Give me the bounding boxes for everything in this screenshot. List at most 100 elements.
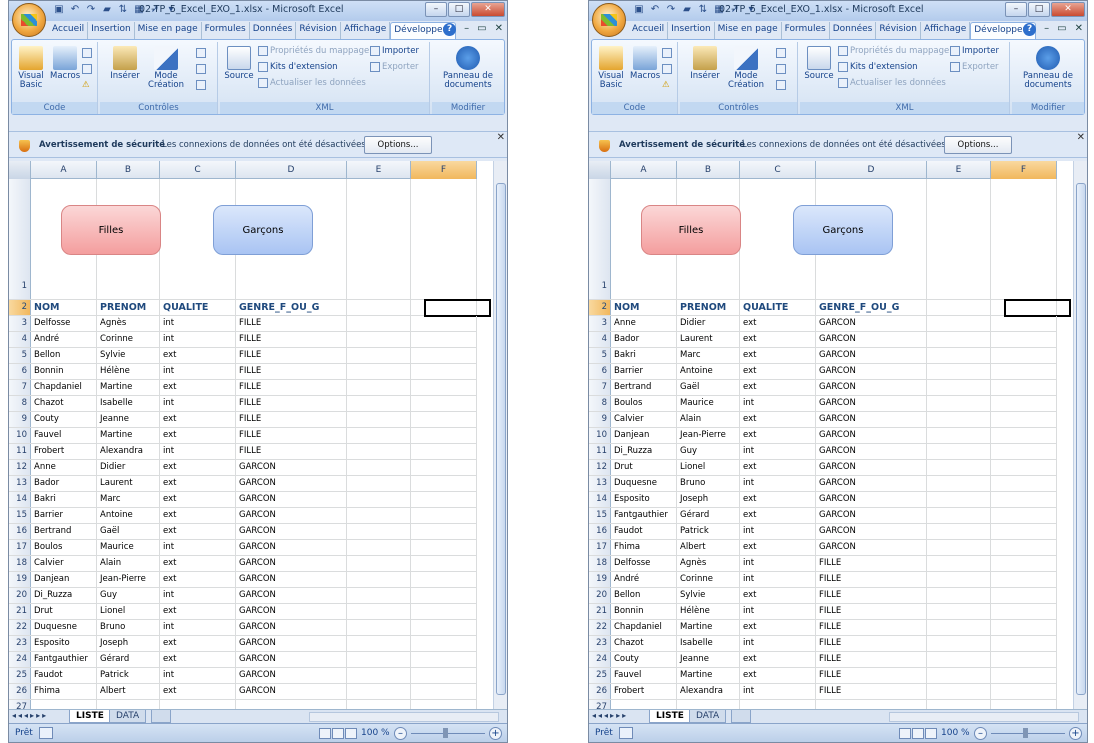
cell-genre[interactable]: FILLE [236, 332, 347, 347]
cell-prenom[interactable]: Alain [677, 412, 740, 427]
insert-sheet-icon[interactable] [731, 710, 751, 723]
normal-view-icon[interactable] [899, 728, 911, 739]
cell-e[interactable] [347, 700, 411, 709]
map-properties-button[interactable]: Propriétés du mappage [258, 46, 369, 56]
row-number[interactable]: 19 [589, 572, 611, 587]
cell-nom[interactable]: André [611, 572, 677, 587]
cell-prenom[interactable] [677, 700, 740, 709]
row-number[interactable]: 22 [589, 620, 611, 635]
cell-prenom[interactable]: Maurice [677, 396, 740, 411]
sort-icon[interactable]: ⇅ [117, 4, 129, 16]
row-number[interactable]: 14 [9, 492, 31, 507]
cell-nom[interactable]: Chazot [31, 396, 97, 411]
column-header-e[interactable]: E [927, 161, 991, 179]
cell-qualite[interactable]: ext [160, 348, 236, 363]
cell-prenom[interactable]: Hélène [677, 604, 740, 619]
options-button[interactable]: Options... [364, 136, 432, 154]
cell-f[interactable] [991, 348, 1057, 363]
redo-icon[interactable]: ↷ [665, 4, 677, 16]
cell-qualite[interactable]: ext [160, 492, 236, 507]
export-button[interactable]: Exporter [370, 62, 419, 72]
cell-prenom[interactable]: Corinne [97, 332, 160, 347]
cell-e[interactable] [927, 460, 991, 475]
cell-genre[interactable]: GARCON [236, 556, 347, 571]
cell-f[interactable] [991, 428, 1057, 443]
cell-genre[interactable]: GARCON [816, 444, 927, 459]
cell-nom[interactable]: Bakri [31, 492, 97, 507]
visual-basic-button[interactable]: Visual Basic [596, 46, 626, 90]
export-button[interactable]: Exporter [950, 62, 999, 72]
import-button[interactable]: Importer [370, 46, 419, 56]
column-header-a[interactable]: A [31, 161, 97, 179]
cell-e[interactable] [927, 348, 991, 363]
save-icon[interactable]: ▣ [633, 4, 645, 16]
cell-f[interactable] [411, 412, 477, 427]
row-number[interactable]: 11 [589, 444, 611, 459]
cell-nom[interactable]: Esposito [31, 636, 97, 651]
cell-prenom[interactable]: Albert [677, 540, 740, 555]
cell-e[interactable] [347, 460, 411, 475]
cell-qualite[interactable]: ext [160, 428, 236, 443]
cell-e[interactable] [347, 524, 411, 539]
office-button[interactable] [592, 3, 626, 37]
cell-nom[interactable]: Fhima [31, 684, 97, 699]
mode-creation-button[interactable]: Mode Création [726, 46, 766, 90]
cell-nom[interactable]: Bellon [611, 588, 677, 603]
cell-prenom[interactable]: Bruno [677, 476, 740, 491]
relative-ref-icon[interactable] [662, 64, 672, 74]
cell-prenom[interactable]: Lionel [97, 604, 160, 619]
cell-qualite[interactable]: int [740, 684, 816, 699]
cell-e[interactable] [927, 332, 991, 347]
cell-e[interactable] [347, 684, 411, 699]
cell-nom[interactable]: Calvier [31, 556, 97, 571]
row-number[interactable]: 16 [589, 524, 611, 539]
cell-genre[interactable] [236, 700, 347, 709]
cell-qualite[interactable]: ext [740, 668, 816, 683]
cell-nom[interactable]: Faudot [31, 668, 97, 683]
cell-nom[interactable]: Danjean [31, 572, 97, 587]
header-genre[interactable]: GENRE_F_OU_G [816, 300, 927, 315]
cell-qualite[interactable]: int [160, 332, 236, 347]
cell-qualite[interactable]: int [160, 444, 236, 459]
cell-nom[interactable]: Bakri [611, 348, 677, 363]
cell-f[interactable] [411, 556, 477, 571]
header-prenom[interactable]: PRENOM [97, 300, 160, 315]
cell-genre[interactable]: GARCON [236, 572, 347, 587]
cell-nom[interactable]: Calvier [611, 412, 677, 427]
cell-qualite[interactable]: ext [160, 524, 236, 539]
cell-nom[interactable]: Bellon [31, 348, 97, 363]
visual-basic-button[interactable]: Visual Basic [16, 46, 46, 90]
header-nom[interactable]: NOM [611, 300, 677, 315]
cell-e[interactable] [927, 524, 991, 539]
cell-f[interactable] [991, 668, 1057, 683]
cell-genre[interactable]: GARCON [816, 508, 927, 523]
cell-nom[interactable] [31, 700, 97, 709]
cell-genre[interactable]: GARCON [236, 684, 347, 699]
row-number[interactable]: 15 [9, 508, 31, 523]
cell-nom[interactable]: Fhima [611, 540, 677, 555]
row-number[interactable]: 27 [589, 700, 611, 709]
column-header-b[interactable]: B [677, 161, 740, 179]
sheet-tab-data[interactable]: DATA [689, 710, 727, 723]
cell-qualite[interactable] [740, 700, 816, 709]
macros-button[interactable]: Macros [630, 46, 660, 81]
sheet-nav-arrows[interactable]: ◂◂◂▸▸▸ [592, 711, 628, 720]
cell-e2[interactable] [927, 300, 991, 315]
row-number[interactable]: 12 [589, 460, 611, 475]
cell-nom[interactable]: Boulos [611, 396, 677, 411]
cell-prenom[interactable]: Isabelle [677, 636, 740, 651]
cell-f[interactable] [991, 652, 1057, 667]
cell-e[interactable] [927, 700, 991, 709]
cell-nom[interactable]: Boulos [31, 540, 97, 555]
cell-nom[interactable]: Chazot [611, 636, 677, 651]
tab-mise-en-page[interactable]: Mise en page [135, 22, 202, 39]
zoom-in-icon[interactable]: + [1069, 727, 1082, 740]
cell-qualite[interactable]: int [740, 636, 816, 651]
cell-prenom[interactable]: Isabelle [97, 396, 160, 411]
cell-genre[interactable]: GARCON [236, 492, 347, 507]
cell-genre[interactable]: GARCON [816, 428, 927, 443]
tab-accueil[interactable]: Accueil [629, 22, 669, 39]
view-code-icon[interactable] [776, 64, 786, 74]
cell-e[interactable] [347, 396, 411, 411]
cell-nom[interactable]: Barrier [31, 508, 97, 523]
